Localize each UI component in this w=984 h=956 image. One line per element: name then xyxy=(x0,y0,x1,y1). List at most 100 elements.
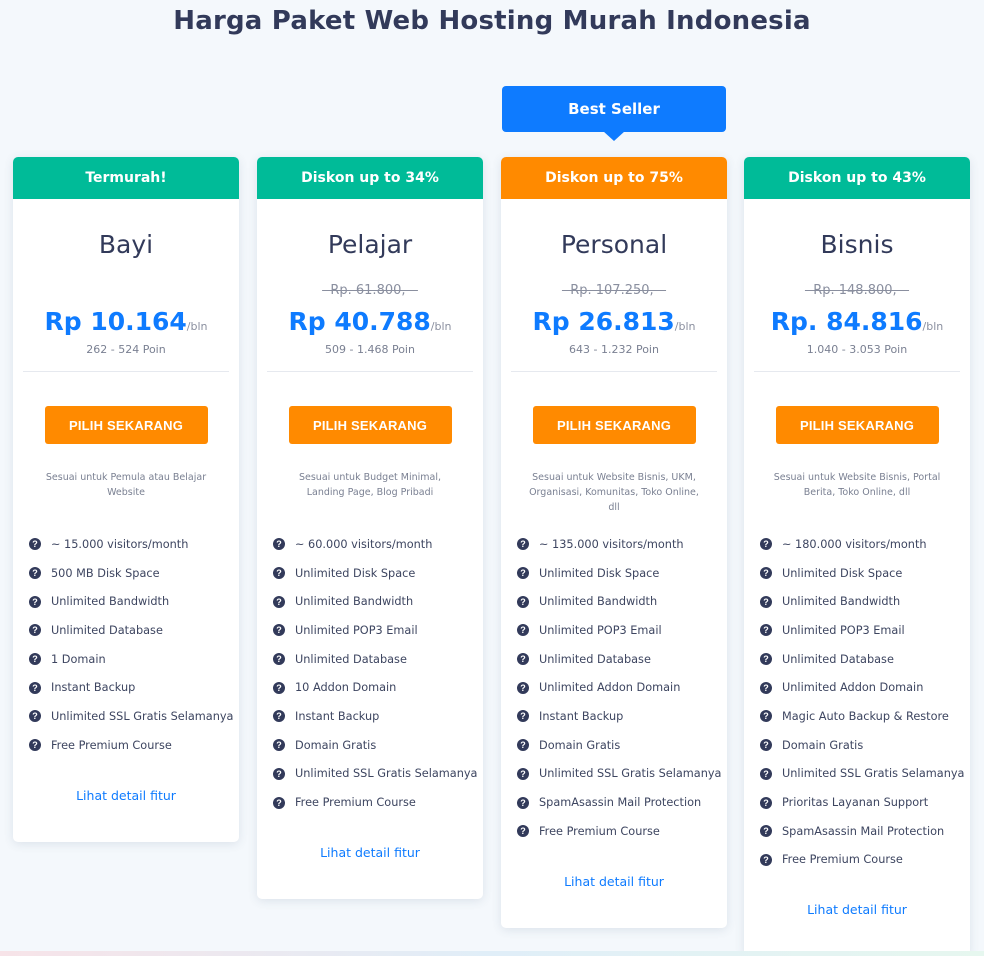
plan-badge: Diskon up to 43% xyxy=(744,157,970,199)
question-circle-icon[interactable]: ? xyxy=(517,567,529,580)
question-circle-icon[interactable]: ? xyxy=(29,739,41,752)
feature-label: Domain Gratis xyxy=(782,738,864,752)
choose-plan-button[interactable]: PILIH SEKARANG xyxy=(532,406,696,444)
pricing-card-bayi: Termurah! Bayi Rp 10.164/bln 262 - 524 Poin… xyxy=(13,157,239,842)
feature-item: ? Free Premium Course xyxy=(273,788,483,817)
question-circle-icon[interactable]: ? xyxy=(517,624,529,637)
feature-label: Unlimited Database xyxy=(51,623,163,637)
question-circle-icon[interactable]: ? xyxy=(273,653,285,666)
feature-label: Unlimited Bandwidth xyxy=(782,595,901,609)
question-circle-icon[interactable]: ? xyxy=(760,853,772,866)
question-circle-icon[interactable]: ? xyxy=(273,681,285,694)
feature-item: ? Unlimited POP3 Email xyxy=(760,616,970,645)
feature-label: Free Premium Course xyxy=(295,796,416,810)
feature-item: ? Unlimited Disk Space xyxy=(273,559,483,588)
price-row: Rp 10.164/bln xyxy=(13,307,239,341)
feature-item: ? ~ 180.000 visitors/month xyxy=(760,530,970,559)
question-circle-icon[interactable]: ? xyxy=(273,767,285,780)
feature-label: 10 Addon Domain xyxy=(295,681,397,695)
question-circle-icon[interactable]: ? xyxy=(760,796,772,809)
question-circle-icon[interactable]: ? xyxy=(29,624,41,637)
plan-price: Rp 40.788 xyxy=(288,307,431,336)
choose-plan-button[interactable]: PILIH SEKARANG xyxy=(288,406,452,444)
price-period: /bln xyxy=(430,320,452,333)
feature-label: ~ 135.000 visitors/month xyxy=(539,537,684,551)
feature-label: Domain Gratis xyxy=(539,738,621,752)
question-circle-icon[interactable]: ? xyxy=(517,681,529,694)
feature-label: Unlimited SSL Gratis Selamanya xyxy=(295,767,478,781)
question-circle-icon[interactable]: ? xyxy=(517,538,529,551)
feature-label: Unlimited POP3 Email xyxy=(539,623,662,637)
question-circle-icon[interactable]: ? xyxy=(273,796,285,809)
plan-name: Bisnis xyxy=(820,230,894,259)
plan-points: 1.040 - 3.053 Poin xyxy=(806,343,908,356)
old-price: Rp. 148.800, xyxy=(804,283,910,298)
question-circle-icon[interactable]: ? xyxy=(760,767,772,780)
question-circle-icon[interactable]: ? xyxy=(273,624,285,637)
feature-label: Unlimited Database xyxy=(539,652,651,666)
feature-item: ? Unlimited Bandwidth xyxy=(29,587,239,616)
feature-label: Unlimited Bandwidth xyxy=(51,595,170,609)
question-circle-icon[interactable]: ? xyxy=(760,681,772,694)
pricing-card-pelajar: Diskon up to 34% Pelajar Rp. 61.800, Rp 4… xyxy=(257,157,483,899)
feature-label: Unlimited SSL Gratis Selamanya xyxy=(782,767,965,781)
question-circle-icon[interactable]: ? xyxy=(517,739,529,752)
question-circle-icon[interactable]: ? xyxy=(760,825,772,838)
feature-label: Instant Backup xyxy=(295,709,380,723)
price-period: /bln xyxy=(674,320,696,333)
question-circle-icon[interactable]: ? xyxy=(29,538,41,551)
question-circle-icon[interactable]: ? xyxy=(760,595,772,608)
question-circle-icon[interactable]: ? xyxy=(760,538,772,551)
plan-description: Sesuai untuk Pemula atau Belajar Website xyxy=(45,472,207,498)
feature-item: ? Unlimited Addon Domain xyxy=(760,673,970,702)
feature-item: ? Domain Gratis xyxy=(273,731,483,760)
plan-description: Sesuai untuk Website Bisnis, UKM, Organi… xyxy=(529,472,699,513)
question-circle-icon[interactable]: ? xyxy=(517,825,529,838)
feature-item: ? Unlimited Bandwidth xyxy=(517,587,727,616)
detail-features-link[interactable]: Lihat detail fitur xyxy=(744,902,970,917)
feature-label: Unlimited Bandwidth xyxy=(539,595,658,609)
question-circle-icon[interactable]: ? xyxy=(760,710,772,723)
detail-features-link[interactable]: Lihat detail fitur xyxy=(13,788,239,803)
question-circle-icon[interactable]: ? xyxy=(760,739,772,752)
feature-item: ? ~ 60.000 visitors/month xyxy=(273,530,483,559)
choose-plan-button[interactable]: PILIH SEKARANG xyxy=(44,406,208,444)
question-circle-icon[interactable]: ? xyxy=(517,796,529,809)
question-circle-icon[interactable]: ? xyxy=(273,739,285,752)
feature-item: ? Unlimited Database xyxy=(760,645,970,674)
feature-item: ? 10 Addon Domain xyxy=(273,673,483,702)
question-circle-icon[interactable]: ? xyxy=(29,681,41,694)
question-circle-icon[interactable]: ? xyxy=(29,710,41,723)
best-seller-badge: Best Seller xyxy=(502,86,726,141)
feature-item: ? Instant Backup xyxy=(29,673,239,702)
feature-label: Unlimited SSL Gratis Selamanya xyxy=(539,767,722,781)
feature-item: ? Unlimited SSL Gratis Selamanya xyxy=(273,760,483,789)
question-circle-icon[interactable]: ? xyxy=(760,653,772,666)
feature-item: ? Unlimited SSL Gratis Selamanya xyxy=(517,760,727,789)
plan-name: Bayi xyxy=(98,230,154,259)
question-circle-icon[interactable]: ? xyxy=(517,653,529,666)
choose-plan-button[interactable]: PILIH SEKARANG xyxy=(775,406,939,444)
question-circle-icon[interactable]: ? xyxy=(517,710,529,723)
question-circle-icon[interactable]: ? xyxy=(273,710,285,723)
question-circle-icon[interactable]: ? xyxy=(29,595,41,608)
price-period: /bln xyxy=(186,320,208,333)
detail-features-link[interactable]: Lihat detail fitur xyxy=(257,845,483,860)
feature-label: Magic Auto Backup & Restore xyxy=(782,709,949,723)
question-circle-icon[interactable]: ? xyxy=(760,567,772,580)
feature-label: Domain Gratis xyxy=(295,738,377,752)
question-circle-icon[interactable]: ? xyxy=(29,567,41,580)
detail-features-link[interactable]: Lihat detail fitur xyxy=(501,874,727,889)
question-circle-icon[interactable]: ? xyxy=(273,538,285,551)
question-circle-icon[interactable]: ? xyxy=(29,653,41,666)
question-circle-icon[interactable]: ? xyxy=(517,595,529,608)
question-circle-icon[interactable]: ? xyxy=(760,624,772,637)
question-circle-icon[interactable]: ? xyxy=(273,567,285,580)
question-circle-icon[interactable]: ? xyxy=(273,595,285,608)
plan-points: 262 - 524 Poin xyxy=(86,343,166,356)
question-circle-icon[interactable]: ? xyxy=(517,767,529,780)
feature-item: ? Unlimited SSL Gratis Selamanya xyxy=(760,760,970,789)
feature-item: ? Unlimited Database xyxy=(29,616,239,645)
feature-item: ? Unlimited POP3 Email xyxy=(273,616,483,645)
feature-label: Unlimited Bandwidth xyxy=(295,595,414,609)
